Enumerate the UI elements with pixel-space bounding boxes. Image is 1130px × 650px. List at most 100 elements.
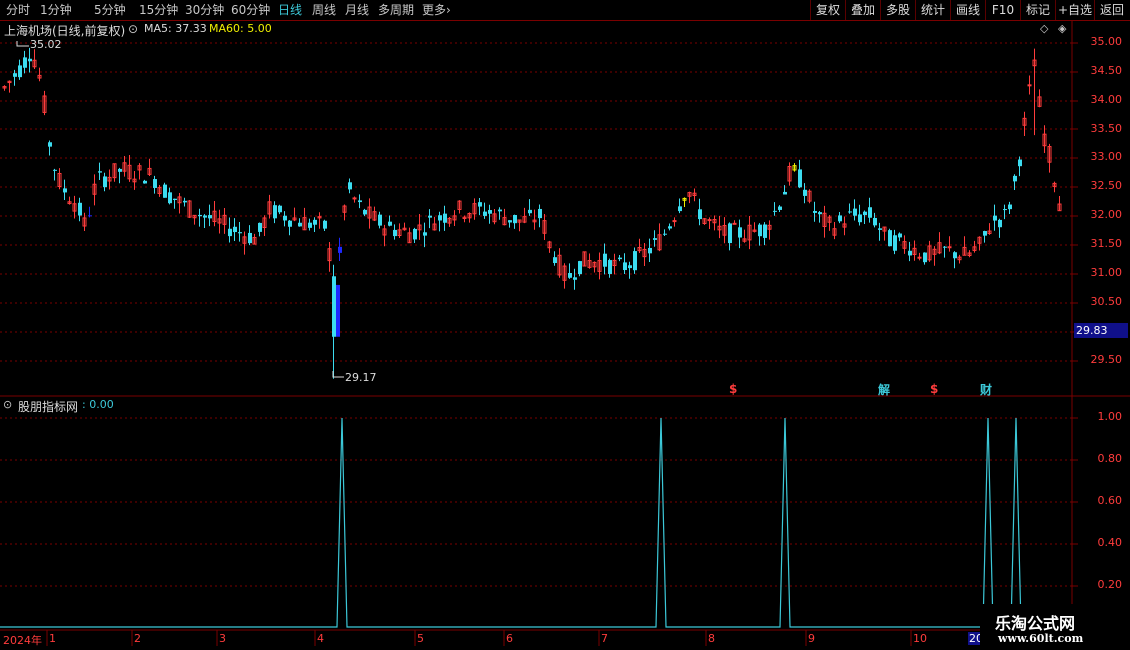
candle	[618, 254, 622, 262]
candle	[317, 212, 322, 229]
dividend-marker[interactable]: $	[930, 382, 938, 396]
candle	[692, 188, 697, 202]
draw-line-button[interactable]: 画线	[950, 0, 985, 20]
candle	[302, 207, 307, 231]
candle	[273, 201, 277, 224]
kline-chart[interactable]	[0, 21, 1130, 650]
chevron-down-icon[interactable]: ⊙	[3, 398, 12, 411]
candle-body	[678, 206, 682, 212]
candle	[28, 47, 32, 73]
candle	[767, 220, 772, 240]
candle	[882, 226, 887, 241]
candle-body	[103, 176, 107, 188]
candle-body	[998, 219, 1002, 228]
candle-body	[917, 256, 922, 259]
ma5-label: MA5: 37.33	[144, 22, 207, 35]
candle-body	[513, 215, 517, 224]
candle	[187, 200, 192, 218]
multi-stock-button[interactable]: 多股	[880, 0, 915, 20]
period-tab-daily[interactable]: 日线	[278, 0, 302, 20]
mark-button[interactable]: 标记	[1020, 0, 1055, 20]
period-tab-multi[interactable]: 多周期	[378, 0, 414, 20]
dividend-marker[interactable]: $	[729, 382, 737, 396]
candle	[578, 260, 582, 277]
candle	[222, 208, 227, 234]
candle	[902, 235, 907, 254]
period-tab-5min[interactable]: 5分钟	[94, 0, 126, 20]
candle	[547, 240, 552, 253]
settings-icon[interactable]: ◈	[1058, 22, 1066, 35]
candle-body	[603, 253, 607, 267]
candle	[472, 198, 477, 220]
back-button[interactable]: 返回	[1094, 0, 1129, 20]
candle-body	[873, 217, 877, 226]
month-label: 7	[601, 632, 608, 645]
candle	[217, 209, 222, 234]
candle-body	[283, 215, 287, 221]
candle	[278, 204, 282, 215]
chevron-down-icon[interactable]: ⊙	[128, 22, 138, 36]
candle-body	[336, 284, 340, 337]
unlock-marker[interactable]: 解	[878, 381, 890, 398]
candle	[423, 222, 427, 248]
period-tab-weekly[interactable]: 周线	[312, 0, 336, 20]
candle	[752, 222, 757, 233]
candle	[528, 199, 532, 216]
candle-body	[993, 215, 997, 221]
period-tab-15min[interactable]: 15分钟	[139, 0, 178, 20]
candle-body	[203, 215, 207, 218]
candle	[1037, 89, 1042, 108]
candle-body	[53, 169, 57, 171]
candle-body	[508, 220, 512, 223]
f10-button[interactable]: F10	[985, 0, 1020, 20]
candle-body	[338, 246, 342, 253]
adjust-button[interactable]: 复权	[810, 0, 845, 20]
candle	[63, 179, 67, 200]
period-tab-monthly[interactable]: 月线	[345, 0, 369, 20]
candle	[397, 223, 402, 238]
candle	[573, 268, 577, 290]
candle	[228, 217, 232, 243]
period-tab-60min[interactable]: 60分钟	[231, 0, 270, 20]
candle	[478, 198, 482, 216]
month-label: 5	[417, 632, 424, 645]
candle-body	[908, 250, 912, 256]
candle	[1018, 156, 1022, 177]
candle-body	[853, 208, 857, 216]
finance-report-marker[interactable]: 财	[980, 381, 992, 398]
candle	[532, 209, 537, 230]
candle	[363, 208, 367, 217]
candle	[807, 189, 812, 204]
statistics-button[interactable]: 统计	[915, 0, 950, 20]
candle	[233, 218, 237, 242]
period-tab-timeshare[interactable]: 分时	[6, 0, 30, 20]
indicator-value: : 0.00	[82, 398, 114, 411]
candle-body	[332, 276, 336, 337]
period-tab-1min[interactable]: 1分钟	[40, 0, 72, 20]
candle	[932, 246, 937, 266]
diamond-icon[interactable]: ◇	[1040, 22, 1048, 35]
candle	[143, 179, 147, 184]
candle-body	[363, 209, 367, 215]
candle	[388, 215, 392, 227]
candle-body	[238, 232, 242, 234]
candle	[758, 223, 762, 246]
candle	[457, 200, 462, 214]
candle-body	[813, 210, 817, 213]
period-tab-30min[interactable]: 30分钟	[185, 0, 224, 20]
candle-body	[153, 179, 157, 188]
candle	[252, 233, 257, 245]
add-favorite-button[interactable]: +自选	[1055, 0, 1094, 20]
period-tab-more[interactable]: 更多›	[422, 0, 451, 20]
indicator-tick: 0.80	[1097, 452, 1123, 465]
month-label: 9	[808, 632, 815, 645]
candle	[82, 212, 87, 232]
candle	[382, 224, 387, 247]
candle	[23, 50, 27, 74]
month-label: 10	[913, 632, 927, 645]
price-tick: 34.00	[1090, 93, 1123, 106]
candle	[183, 197, 187, 207]
candle	[452, 210, 457, 227]
candle	[323, 219, 327, 232]
overlay-button[interactable]: 叠加	[845, 0, 880, 20]
